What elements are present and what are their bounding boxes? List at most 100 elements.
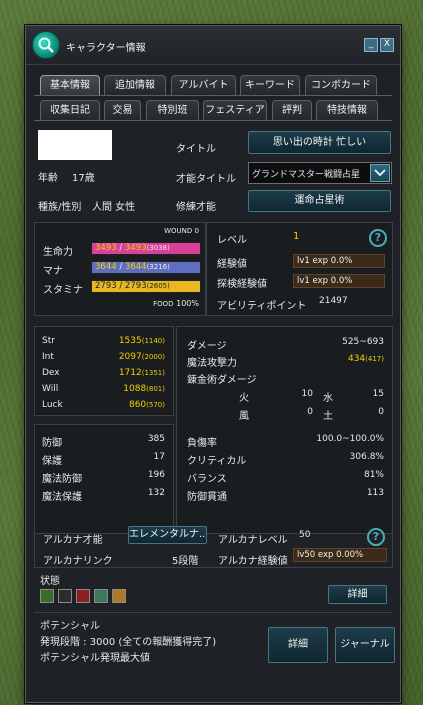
defense-label: 防御 <box>42 438 62 449</box>
food-value: 100% <box>176 299 199 308</box>
tab-part-time[interactable]: アルバイト <box>171 75 236 95</box>
close-button[interactable]: X <box>380 38 394 52</box>
hp-label: 生命力 <box>43 247 73 258</box>
arcana-exp-label: アルカナ経験値 <box>218 556 288 567</box>
hp-base: (3038) <box>146 244 170 252</box>
water-value: 15 <box>372 389 384 399</box>
stat-dex-value: 1712(1351) <box>119 368 165 378</box>
tab-basic-info[interactable]: 基本情報 <box>40 75 100 95</box>
arcana-exp-value: lv50 exp 0.00% <box>293 548 387 562</box>
hp-bar: 3493 / 3493(3038) <box>91 242 201 255</box>
arcana-link-label: アルカナリンク <box>43 556 113 567</box>
chevron-down-icon[interactable] <box>370 164 390 182</box>
buff-icon-1[interactable] <box>40 589 54 603</box>
buff-icon-3[interactable] <box>76 589 90 603</box>
stat-dex-label: Dex <box>42 368 60 378</box>
stat-int-label: Int <box>42 352 54 362</box>
stat-str-current: 1535 <box>118 336 142 346</box>
status-label: 状態 <box>40 576 60 587</box>
stat-dex-current: 1712 <box>118 368 142 378</box>
magic-attack-base: (417) <box>365 355 384 363</box>
title-button[interactable]: 思い出の時計 忙しい <box>248 131 391 154</box>
damage-value: 525~693 <box>342 337 384 347</box>
character-info-window: キャラクター情報 _ X 基本情報 追加情報 アルバイト キーワード コンボカー… <box>25 25 401 703</box>
arcana-talent-button[interactable]: エレメンタルナ... <box>128 526 207 544</box>
balance-label: バランス <box>187 474 227 485</box>
talent-title-value: グランドマスター戦闘占星 <box>252 170 361 180</box>
stat-luck-label: Luck <box>42 400 63 410</box>
protection-label: 保護 <box>42 456 62 467</box>
critical-label: クリティカル <box>187 456 247 467</box>
stat-str-label: Str <box>42 336 55 346</box>
level-help-icon[interactable]: ? <box>369 229 387 247</box>
buff-icon-4[interactable] <box>94 589 108 603</box>
stat-will-base: (801) <box>146 385 165 393</box>
tab-special-skills[interactable]: 特技情報 <box>316 100 378 120</box>
mp-value: 3644 <box>95 262 117 272</box>
title-label: タイトル <box>176 144 216 155</box>
exp-value: lv1 exp 0.0% <box>293 254 385 268</box>
injury-rate-value: 100.0~100.0% <box>316 434 384 444</box>
magic-attack-value: 434(417) <box>348 354 384 364</box>
buff-icon-2[interactable] <box>58 589 72 603</box>
level-label: レベル <box>217 235 247 246</box>
age-value: 17歳 <box>72 173 95 184</box>
wound-indicator: WOUND 0 <box>164 227 199 235</box>
food-indicator: FOOD 100% <box>153 299 199 308</box>
potential-title: ポテンシャル <box>40 621 100 632</box>
injury-rate-label: 負傷率 <box>187 438 217 449</box>
window-title: キャラクター情報 <box>66 43 146 54</box>
wound-label: WOUND <box>164 227 193 235</box>
race-gender-label: 種族/性別 <box>38 202 82 213</box>
minimize-button[interactable]: _ <box>364 38 378 52</box>
ability-points-label: アビリティポイント <box>217 301 307 312</box>
mp-label: マナ <box>43 266 63 277</box>
wound-value: 0 <box>194 227 199 235</box>
stat-int-current: 2097 <box>118 352 142 362</box>
tab-collection-diary[interactable]: 収集日記 <box>40 100 100 120</box>
race-gender-value: 人間 女性 <box>92 202 136 213</box>
armor-pierce-label: 防御貫通 <box>187 492 227 503</box>
talent-title-select[interactable]: グランドマスター戦闘占星 <box>248 162 392 184</box>
stat-int-value: 2097(2000) <box>119 352 165 362</box>
combat-panel: ダメージ 525~693 魔法攻撃力 434(417) 錬金術ダメージ 火 10… <box>176 326 393 534</box>
sp-bar: 2793 / 2793(2605) <box>91 280 201 293</box>
explore-exp-label: 探検経験値 <box>217 279 267 290</box>
magic-attack-label: 魔法攻撃力 <box>187 358 237 369</box>
magic-defense-value: 196 <box>147 470 165 480</box>
mp-bar: 3644 / 3644(3216) <box>91 261 201 274</box>
arcana-link-value: 5段階 <box>172 556 199 567</box>
journal-button[interactable]: ジャーナル <box>335 627 395 663</box>
potential-detail-button[interactable]: 詳細 <box>268 627 328 663</box>
tab-festia[interactable]: フェスティア <box>203 100 267 120</box>
tab-special-squad[interactable]: 特別班 <box>146 100 199 120</box>
arcana-talent-label: アルカナ才能 <box>43 535 103 546</box>
training-talent-button[interactable]: 運命占星術 <box>248 190 391 212</box>
tab-reputation[interactable]: 評判 <box>272 100 312 120</box>
age-label: 年齢 <box>38 173 58 184</box>
tab-divider-2 <box>34 120 392 121</box>
magic-attack-current: 434 <box>347 354 366 364</box>
stat-will-current: 1088 <box>123 384 147 394</box>
potential-max: ポテンシャル発現最大値 <box>40 653 150 664</box>
mp-base: (3216) <box>146 263 170 271</box>
arcana-help-icon[interactable]: ? <box>367 528 385 546</box>
stat-str-value: 1535(1140) <box>119 336 165 346</box>
stats-panel: Str 1535(1140) Int 2097(2000) Dex 1712(1… <box>34 326 174 416</box>
training-talent-label: 修練才能 <box>176 202 216 213</box>
hp-value: 3493 <box>95 243 117 253</box>
title-bar[interactable]: キャラクター情報 _ X <box>26 26 400 65</box>
tab-trade[interactable]: 交易 <box>104 100 141 120</box>
magic-protection-value: 132 <box>147 488 165 498</box>
tab-keyword[interactable]: キーワード <box>240 75 300 95</box>
tab-combo-card[interactable]: コンボカード <box>305 75 377 95</box>
stat-int-base: (2000) <box>141 353 165 361</box>
explore-exp-value: lv1 exp 0.0% <box>293 274 385 288</box>
buff-icon-5[interactable] <box>112 589 126 603</box>
sp-label: スタミナ <box>43 285 83 296</box>
status-detail-button[interactable]: 詳細 <box>328 585 387 604</box>
sp-value: 2793 <box>95 281 117 291</box>
magic-protection-label: 魔法保護 <box>42 492 82 503</box>
stat-luck-value: 860(570) <box>129 400 165 410</box>
tab-additional-info[interactable]: 追加情報 <box>104 75 166 95</box>
